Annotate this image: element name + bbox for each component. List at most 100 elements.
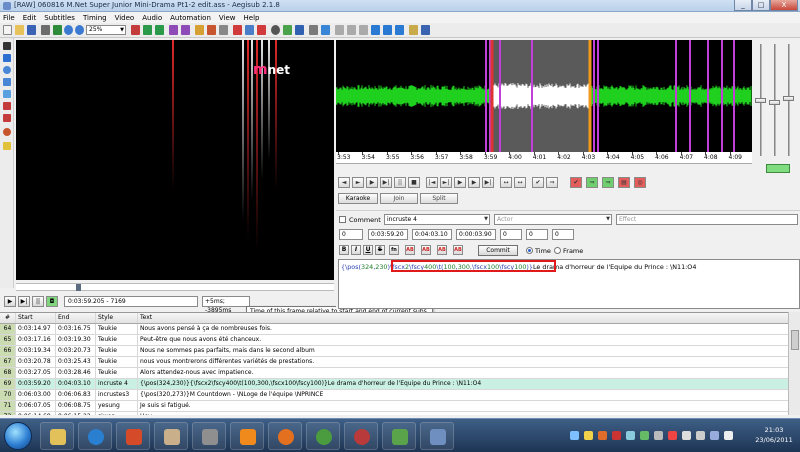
margin-left-field[interactable]: 0 bbox=[500, 229, 522, 240]
auto-next-toggle[interactable]: ⇒ bbox=[586, 177, 598, 188]
bold-button[interactable]: B bbox=[339, 245, 349, 255]
save-icon[interactable] bbox=[27, 25, 36, 35]
taskbar-vlc[interactable] bbox=[230, 422, 264, 450]
zoom-out-icon[interactable] bbox=[75, 25, 84, 35]
medusa-toggle[interactable]: ◎ bbox=[634, 177, 646, 188]
auto-commit-toggle[interactable]: ✔ bbox=[570, 177, 582, 188]
taskbar-aegisub[interactable] bbox=[382, 422, 416, 450]
options-icon[interactable] bbox=[321, 25, 330, 35]
taskbar-firefox[interactable] bbox=[268, 422, 302, 450]
drag-tool-icon[interactable] bbox=[3, 54, 11, 62]
fonts-collector-icon[interactable] bbox=[207, 25, 216, 35]
auto-scroll-toggle[interactable]: ⇒ bbox=[602, 177, 614, 188]
jump-end-icon[interactable] bbox=[155, 25, 164, 35]
taskbar-app4[interactable] bbox=[344, 422, 378, 450]
primary-color-button[interactable]: AB bbox=[405, 245, 415, 255]
play-button[interactable]: ▶ bbox=[4, 296, 16, 307]
kanji-timer-icon[interactable] bbox=[295, 25, 304, 35]
table-row[interactable]: 66 0:03:19.34 0:03:20.73 Teukie Nous ne somm… bbox=[0, 346, 788, 357]
leadout-button[interactable]: ↔ bbox=[514, 177, 526, 188]
table-row[interactable]: 69 0:03:59.20 0:04:03.10 incruste 4 {\pos(32… bbox=[0, 379, 788, 390]
underline-button[interactable]: U bbox=[363, 245, 373, 255]
horizontal-zoom-thumb[interactable] bbox=[755, 98, 766, 103]
stopwatch-icon[interactable] bbox=[3, 128, 11, 136]
timing-post-processor-icon[interactable] bbox=[283, 25, 292, 35]
goto-button[interactable]: ⇒ bbox=[546, 177, 558, 188]
stop-audio-button[interactable]: ■ bbox=[408, 177, 420, 188]
shadow-color-button[interactable]: AB bbox=[453, 245, 463, 255]
stop-button[interactable]: || bbox=[32, 296, 44, 307]
grid-collapse-icon[interactable] bbox=[359, 25, 368, 35]
actor-field[interactable]: Actor ▼ bbox=[494, 214, 612, 225]
style-tool3-icon[interactable] bbox=[395, 25, 404, 35]
effect-field[interactable]: Effect bbox=[616, 214, 798, 225]
layer-field[interactable]: 0 bbox=[339, 229, 363, 240]
header-number[interactable]: # bbox=[0, 313, 16, 323]
karaoke-button[interactable]: Karaoke bbox=[338, 193, 378, 204]
menu-video[interactable]: Video bbox=[115, 14, 135, 22]
pause-button[interactable]: || bbox=[394, 177, 406, 188]
help-icon[interactable] bbox=[421, 25, 430, 35]
table-row[interactable]: 70 0:06:03.00 0:06:06.83 incrustes3 {\pos(32… bbox=[0, 390, 788, 401]
clip-tool-icon[interactable] bbox=[3, 102, 11, 110]
autoscroll-toggle[interactable]: ◘ bbox=[46, 296, 58, 307]
style-tool2-icon[interactable] bbox=[383, 25, 392, 35]
video-time-field[interactable]: 0:03:59.205 - 7169 bbox=[64, 296, 198, 307]
menu-file[interactable]: File bbox=[3, 14, 15, 22]
video-offset-field[interactable]: +5ms; -3895ms bbox=[202, 296, 250, 314]
secondary-color-button[interactable]: AB bbox=[421, 245, 431, 255]
comment-checkbox[interactable] bbox=[339, 216, 346, 223]
taskbar-app2[interactable] bbox=[154, 422, 188, 450]
tray-volume-icon[interactable] bbox=[682, 431, 691, 440]
minimize-button[interactable]: _ bbox=[734, 0, 752, 11]
table-row[interactable]: 71 0:06:07.05 0:06:08.75 yesung Je suis si f… bbox=[0, 401, 788, 412]
play-line-audio-button[interactable]: ▶| bbox=[380, 177, 392, 188]
jump-start-icon[interactable] bbox=[143, 25, 152, 35]
open-video-icon[interactable] bbox=[41, 25, 50, 35]
tray-icon[interactable] bbox=[668, 431, 677, 440]
font-button[interactable]: fn bbox=[389, 245, 399, 255]
italic-button[interactable]: I bbox=[351, 245, 361, 255]
scroll-thumb[interactable] bbox=[791, 330, 799, 350]
commit-audio-button[interactable]: ✔ bbox=[532, 177, 544, 188]
taskbar-app5[interactable] bbox=[420, 422, 454, 450]
menu-view[interactable]: View bbox=[219, 14, 236, 22]
automation-icon[interactable] bbox=[219, 25, 228, 35]
duration-field[interactable]: 0:00:03.90 bbox=[456, 229, 496, 240]
play-500-before-button[interactable]: |◄ bbox=[426, 177, 438, 188]
tray-icon[interactable] bbox=[696, 431, 705, 440]
zoom-select[interactable]: 25% ▼ bbox=[86, 25, 126, 35]
translation-assistant-icon[interactable] bbox=[257, 25, 266, 35]
link-volume-toggle[interactable] bbox=[766, 164, 790, 173]
header-style[interactable]: Style bbox=[96, 313, 138, 323]
tray-icon[interactable] bbox=[598, 431, 607, 440]
seek-thumb[interactable] bbox=[76, 284, 81, 291]
styles-manager-icon[interactable] bbox=[233, 25, 242, 35]
play-500-after-button[interactable]: ►| bbox=[440, 177, 452, 188]
vertical-zoom-thumb[interactable] bbox=[769, 100, 780, 105]
table-row[interactable]: 65 0:03:17.16 0:03:19.30 Teukie Peut-être qu… bbox=[0, 335, 788, 346]
subtitle-text-editor[interactable]: {\pos(324,230)\fscx2\fscy400\t(100,300,\… bbox=[338, 259, 800, 309]
start-button[interactable] bbox=[4, 422, 32, 450]
taskbar-app1[interactable] bbox=[116, 422, 150, 450]
strikeout-button[interactable]: S bbox=[375, 245, 385, 255]
taskbar-clock[interactable]: 21:03 23/06/2011 bbox=[752, 425, 796, 445]
leadin-button[interactable]: ↔ bbox=[500, 177, 512, 188]
tray-icon[interactable] bbox=[640, 431, 649, 440]
zoom-in-icon[interactable] bbox=[64, 25, 73, 35]
frame-radio[interactable] bbox=[554, 247, 561, 254]
vector-clip-icon[interactable] bbox=[3, 114, 11, 122]
play-line-button[interactable]: ▶| bbox=[18, 296, 30, 307]
outline-color-button[interactable]: AB bbox=[437, 245, 447, 255]
tray-icon[interactable] bbox=[612, 431, 621, 440]
audio-waveform[interactable] bbox=[336, 40, 752, 152]
standard-tool-icon[interactable] bbox=[3, 42, 11, 50]
close-button[interactable]: X bbox=[770, 0, 798, 11]
split-button[interactable]: Split bbox=[420, 193, 458, 204]
taskbar-app3[interactable] bbox=[192, 422, 226, 450]
menu-help[interactable]: Help bbox=[244, 14, 260, 22]
video-display[interactable]: mnet bbox=[16, 40, 334, 280]
time-radio[interactable] bbox=[526, 247, 533, 254]
taskbar-explorer[interactable] bbox=[40, 422, 74, 450]
tray-icon[interactable] bbox=[654, 431, 663, 440]
